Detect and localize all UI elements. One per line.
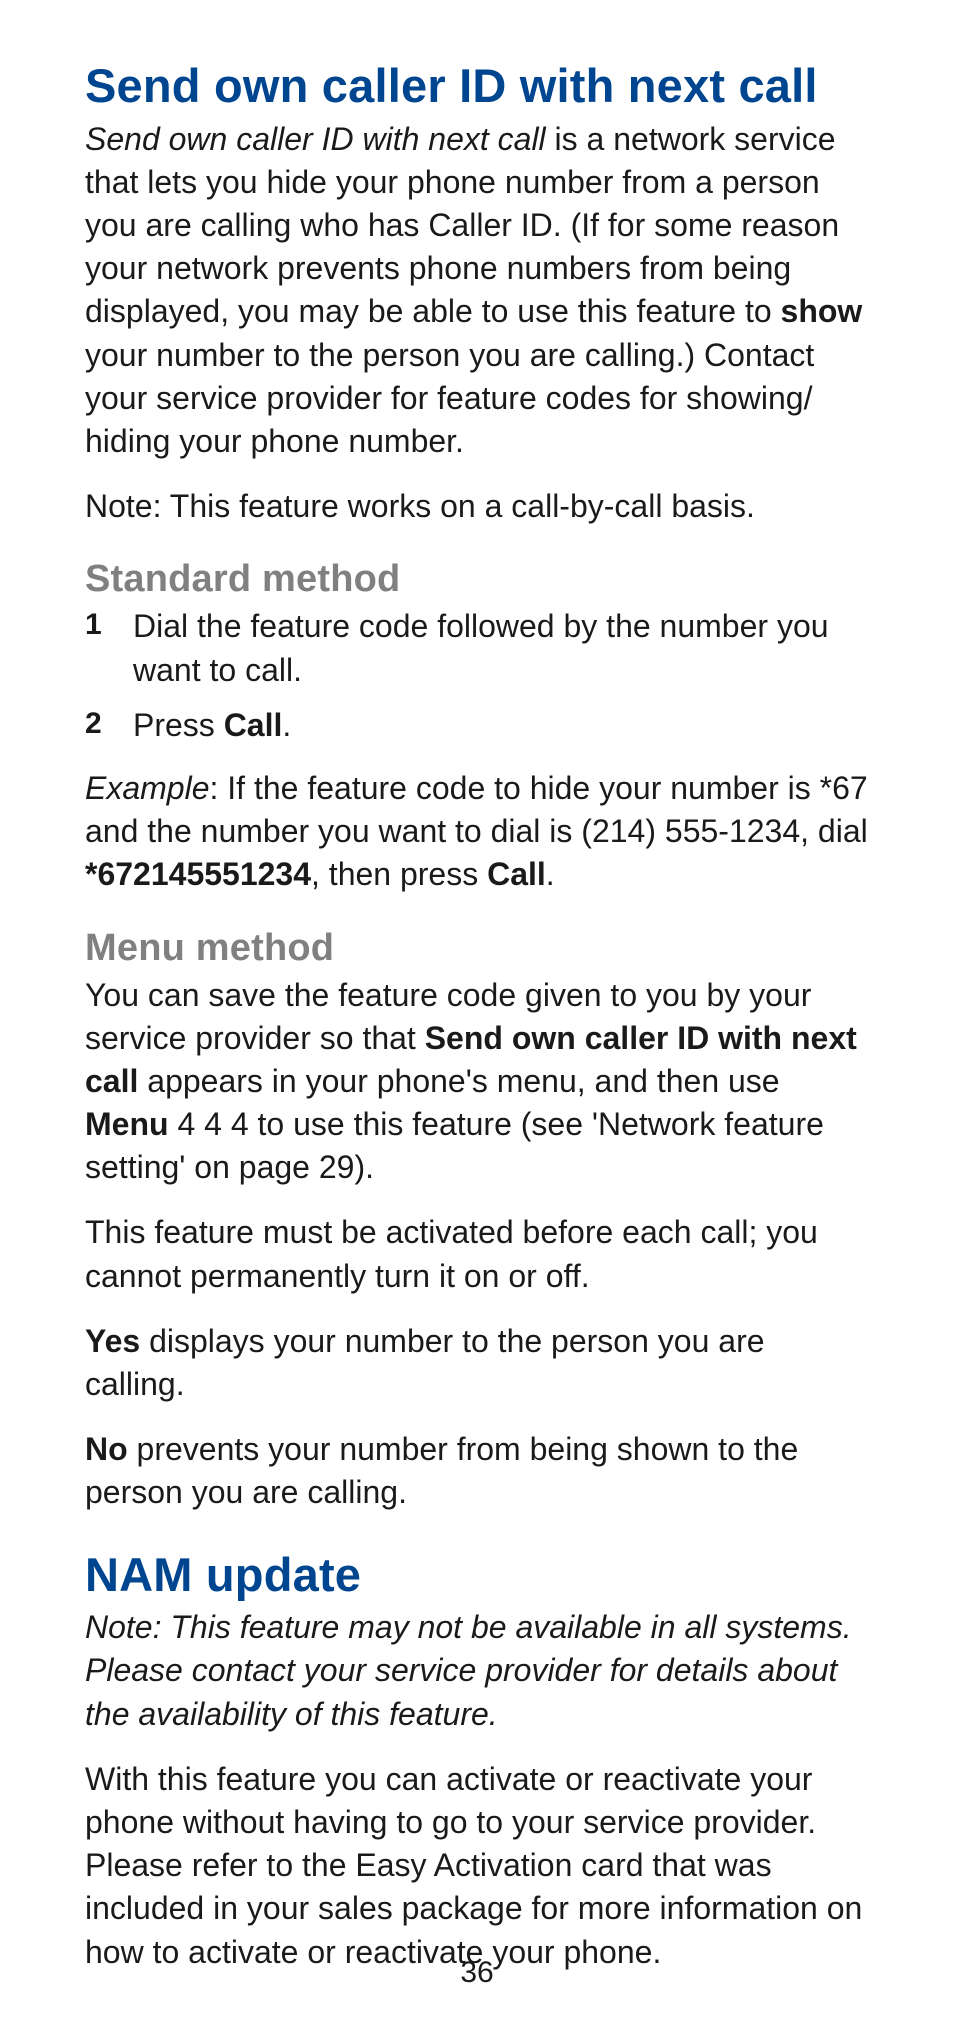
step-2-number: 2 (85, 704, 102, 745)
page-container: Send own caller ID with next call Send o… (0, 0, 954, 2036)
step-1-text: Dial the feature code followed by the nu… (133, 608, 829, 687)
example-call-bold: Call (487, 856, 546, 892)
example-label: Example (85, 770, 210, 806)
menu-p1-c: 4 4 4 to use this feature (see 'Network … (85, 1106, 824, 1185)
nam-body: With this feature you can activate or re… (85, 1758, 869, 1974)
menu-paragraph-1: You can save the feature code given to y… (85, 974, 869, 1190)
heading-standard-method: Standard method (85, 558, 869, 601)
example-end: . (546, 856, 555, 892)
menu-paragraph-no: No prevents your number from being shown… (85, 1428, 869, 1514)
menu-no-bold: No (85, 1431, 128, 1467)
standard-steps-list: 1 Dial the feature code followed by the … (85, 605, 869, 747)
intro-paragraph: Send own caller ID with next call is a n… (85, 118, 869, 464)
heading-nam-update: NAM update (85, 1549, 869, 1601)
step-1: 1 Dial the feature code followed by the … (85, 605, 869, 691)
menu-paragraph-2: This feature must be activated before ea… (85, 1211, 869, 1297)
step-2: 2 Press Call. (85, 704, 869, 747)
page-number: 36 (0, 1956, 954, 1990)
intro-text-b: your number to the person you are callin… (85, 337, 814, 459)
note-text: Note: This feature works on a call-by-ca… (85, 485, 869, 528)
menu-p1-b: appears in your phone's menu, and then u… (138, 1063, 779, 1099)
heading-send-caller-id: Send own caller ID with next call (85, 60, 869, 112)
intro-bold-show: show (781, 293, 863, 329)
nam-note-italic: Note: This feature may not be available … (85, 1606, 869, 1736)
intro-italic-phrase: Send own caller ID with next call (85, 121, 546, 157)
step-2-text-b: . (282, 707, 291, 743)
step-1-number: 1 (85, 605, 102, 646)
menu-yes-rest: displays your number to the person you a… (85, 1323, 765, 1402)
step-2-text-a: Press (133, 707, 224, 743)
menu-yes-bold: Yes (85, 1323, 140, 1359)
menu-no-rest: prevents your number from being shown to… (85, 1431, 798, 1510)
menu-p1-bold2: Menu (85, 1106, 169, 1142)
step-2-bold: Call (224, 707, 283, 743)
menu-paragraph-yes: Yes displays your number to the person y… (85, 1320, 869, 1406)
example-dialstring: *672145551234 (85, 856, 311, 892)
example-mid: , then press (311, 856, 487, 892)
heading-menu-method: Menu method (85, 927, 869, 970)
example-paragraph: Example: If the feature code to hide you… (85, 767, 869, 897)
